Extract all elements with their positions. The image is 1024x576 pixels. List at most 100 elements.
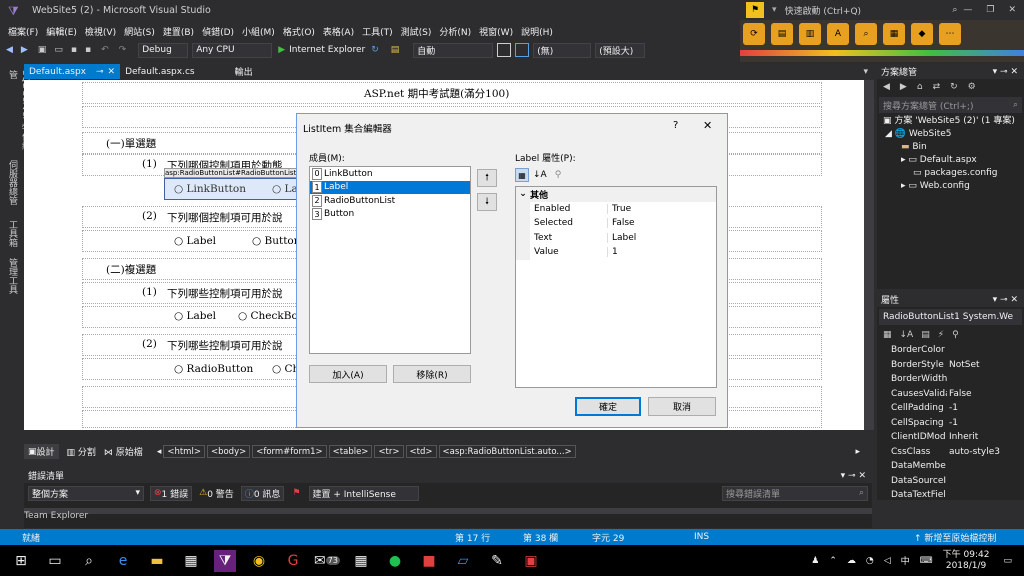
mail-icon[interactable]: ✉ 73 xyxy=(314,550,340,572)
tab-default-aspx[interactable]: Default.aspx ⊸ ✕ xyxy=(24,64,121,79)
property-row[interactable]: DataTextFiel xyxy=(891,488,1024,503)
new-project-icon[interactable]: ▣ xyxy=(38,45,47,55)
menu-team[interactable]: 小組(M) xyxy=(242,25,275,38)
menu-format[interactable]: 格式(O) xyxy=(283,25,315,38)
media-player-icon[interactable]: ◉ xyxy=(248,550,270,572)
windows-start-icon[interactable]: ⊞ xyxy=(10,550,32,572)
admin-tools-tab[interactable]: 管理工具 xyxy=(6,258,19,300)
launcher-more-icon[interactable]: ⋯ xyxy=(939,23,961,45)
tab-overflow-icon[interactable]: ▾ xyxy=(863,67,868,77)
dialog-close-icon[interactable]: ✕ xyxy=(703,119,712,132)
box-border-icon[interactable] xyxy=(515,43,530,57)
team-explorer-tab[interactable]: Team Explorer xyxy=(24,511,88,521)
member-item[interactable]: 0 LinkButton xyxy=(310,167,470,181)
refresh-icon[interactable]: ↻ xyxy=(371,45,379,55)
back-icon[interactable]: ◀ xyxy=(883,82,890,92)
breadcrumb-radiobuttonlist[interactable]: <asp:RadioButtonList.auto...> xyxy=(438,445,576,458)
tab-output[interactable]: 輸出 xyxy=(230,64,258,79)
menu-test[interactable]: 測試(S) xyxy=(401,25,432,38)
menu-window[interactable]: 視窗(W) xyxy=(479,25,513,38)
refresh-icon[interactable]: ↻ xyxy=(950,82,958,92)
remove-button[interactable]: 移除(R) xyxy=(393,365,471,383)
members-list[interactable]: 0 LinkButton 1 Label 2 RadioButtonList 3 But… xyxy=(309,166,471,354)
launcher-app-3-icon[interactable]: ▥ xyxy=(799,23,821,45)
design-view-tab[interactable]: ▣ 設計 xyxy=(24,444,59,459)
browser-button[interactable]: Internet Explorer xyxy=(289,45,365,55)
open-icon[interactable]: ▭ xyxy=(54,45,63,55)
menu-analyze[interactable]: 分析(N) xyxy=(439,25,471,38)
paint-icon[interactable]: ✎ xyxy=(486,550,508,572)
build-intellisense-dropdown[interactable]: 建置 + IntelliSense xyxy=(308,485,419,501)
platform-dropdown[interactable]: Any CPU xyxy=(192,42,273,58)
property-object-dropdown[interactable]: RadioButtonList1 System.We xyxy=(879,309,1022,325)
designer-vscrollbar[interactable] xyxy=(864,80,874,430)
property-pages-icon[interactable]: ⚲ xyxy=(952,330,959,340)
forward-icon[interactable]: ▶ xyxy=(900,82,907,92)
clock[interactable]: 下午 09:42 2018/1/9 xyxy=(943,550,990,572)
auto-dropdown[interactable]: 自動 xyxy=(413,42,494,58)
menu-debug[interactable]: 偵錯(D) xyxy=(202,25,234,38)
close-icon[interactable]: ✕ xyxy=(1008,5,1016,15)
property-row[interactable]: BorderStyle NotSet xyxy=(891,358,1024,373)
undo-icon[interactable]: ↶ xyxy=(101,45,109,55)
save-all-icon[interactable]: ▪ xyxy=(85,45,91,55)
menu-website[interactable]: 網站(S) xyxy=(124,25,155,38)
tray-overflow-icon[interactable]: ⌃ xyxy=(829,556,837,566)
notepad-icon[interactable]: ▱ xyxy=(452,550,474,572)
alphabetical-icon[interactable]: ↓A xyxy=(533,170,547,180)
errors-filter-button[interactable]: ⊗ 1 錯誤 xyxy=(150,485,193,501)
collapse-icon[interactable]: ⌄ xyxy=(516,189,530,199)
file-explorer-icon[interactable]: ▬ xyxy=(146,550,168,572)
office-icon[interactable]: ■ xyxy=(418,550,440,572)
format-icon[interactable]: ▤ xyxy=(391,45,400,55)
q4-option-1[interactable]: ○ RadioButton xyxy=(174,363,253,375)
split-view-tab[interactable]: ▥ 分割 xyxy=(67,445,96,458)
server-explorer-tab[interactable]: 伺服器總管 xyxy=(6,160,19,212)
q1-option-2[interactable]: ○ La xyxy=(272,183,298,195)
help-icon[interactable]: ? xyxy=(673,120,678,131)
people-icon[interactable]: ♟ xyxy=(811,556,819,566)
menu-tools[interactable]: 工具(T) xyxy=(362,25,393,38)
menu-help[interactable]: 說明(H) xyxy=(521,25,553,38)
store-icon[interactable]: ▦ xyxy=(180,550,202,572)
keyboard-icon[interactable]: ⌨ xyxy=(920,556,933,566)
sync-icon[interactable]: ⇄ xyxy=(933,82,941,92)
chrome-icon[interactable]: G xyxy=(282,550,304,572)
launcher-app-4-icon[interactable]: A xyxy=(827,23,849,45)
edge-icon[interactable]: e xyxy=(112,550,134,572)
box-icon[interactable] xyxy=(497,43,512,57)
minimize-icon[interactable]: — xyxy=(963,5,972,15)
menu-file[interactable]: 檔案(F) xyxy=(8,25,38,38)
file-node-web-config[interactable]: ▸ ▭ Web.config xyxy=(877,180,1024,193)
breadcrumb-table[interactable]: <table> xyxy=(328,445,373,458)
calculator-icon[interactable]: ▦ xyxy=(350,550,372,572)
property-row[interactable]: ClientIDMod Inherit xyxy=(891,430,1024,445)
start-icon[interactable]: ▶ xyxy=(278,45,285,55)
ok-button[interactable]: 確定 xyxy=(575,397,641,416)
property-row[interactable]: CellSpacing -1 xyxy=(891,416,1024,431)
pin-icon[interactable]: ⊸ xyxy=(96,67,104,77)
filter-icon[interactable]: ▾ xyxy=(772,5,777,15)
add-to-source-control[interactable]: ↑ 新增至原始檔控制 xyxy=(914,531,996,544)
q2-option-1[interactable]: ○ Label xyxy=(174,235,216,247)
launcher-app-7-icon[interactable]: ◆ xyxy=(911,23,933,45)
alphabetical-icon[interactable]: ↓A xyxy=(900,330,914,340)
q2-option-2[interactable]: ○ Button xyxy=(252,235,301,247)
visual-studio-icon[interactable]: ⧩ xyxy=(214,549,236,572)
launcher-app-6-icon[interactable]: ▦ xyxy=(883,23,905,45)
solution-node[interactable]: ▣ 方案 'WebSite5 (2)' (1 專案) xyxy=(877,115,1024,128)
home-icon[interactable]: ⌂ xyxy=(917,82,923,92)
search-icon[interactable]: ⌕ xyxy=(78,550,100,572)
breadcrumb-tr[interactable]: <tr> xyxy=(374,445,404,458)
solution-search-input[interactable]: 搜尋方案總管 (Ctrl+;) ⌕ xyxy=(879,97,1022,113)
menu-edit[interactable]: 編輯(E) xyxy=(46,25,77,38)
launcher-app-1-icon[interactable]: ⟳ xyxy=(743,23,765,45)
file-node-packages-config[interactable]: ▭ packages.config xyxy=(877,167,1024,180)
categorized-icon[interactable]: ▦ xyxy=(515,168,529,182)
notification-flag-icon[interactable]: ⚑ xyxy=(746,2,764,18)
back-icon[interactable]: ◀ xyxy=(6,45,13,55)
scroll-right-icon[interactable]: ▸ xyxy=(855,447,860,457)
property-row[interactable]: CellPadding -1 xyxy=(891,401,1024,416)
property-row[interactable]: DataMembe xyxy=(891,459,1024,474)
breadcrumb-body[interactable]: <body> xyxy=(206,445,251,458)
